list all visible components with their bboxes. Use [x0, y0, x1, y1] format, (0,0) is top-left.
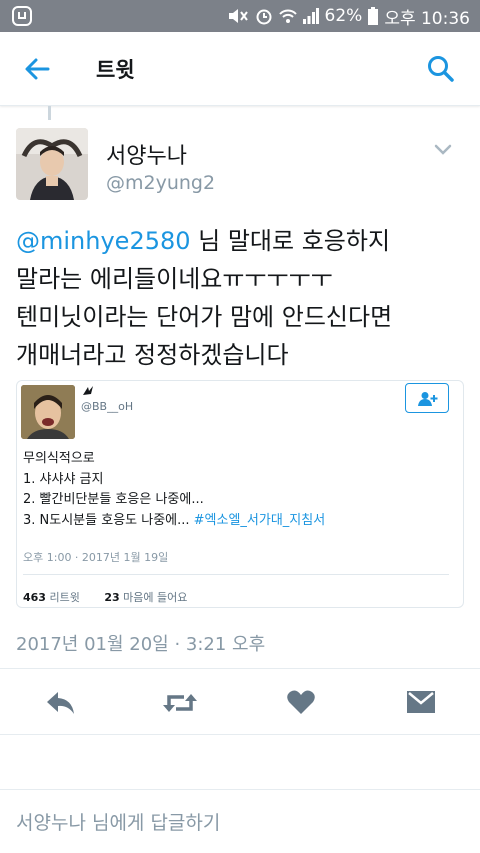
mute-icon — [228, 9, 248, 23]
app-notification-icon — [12, 6, 32, 26]
thread-connector — [48, 106, 51, 120]
signal-icon — [302, 8, 319, 24]
retweet-label: 리트윗 — [49, 591, 80, 604]
quoted-tweet-card[interactable]: @BB__oH 무의식적으로 1. 샤샤샤 금지 2. 빨간비단분들 호응은 나… — [16, 380, 464, 608]
direct-message-icon — [407, 691, 435, 713]
avatar[interactable] — [16, 128, 88, 200]
page-title: 트윗 — [96, 58, 135, 82]
like-icon — [287, 690, 315, 714]
quoted-avatar[interactable] — [21, 385, 75, 439]
battery-percent: 62% — [324, 6, 363, 26]
quoted-line: 2. 빨간비단분들 호응은 나중에... — [23, 492, 204, 507]
follow-button[interactable] — [405, 383, 449, 413]
display-name[interactable]: 서양누나 — [106, 138, 187, 170]
status-bar: 62% 오후 10:36 — [0, 0, 480, 32]
quoted-timestamp: 오후 1:00 · 2017년 1월 19일 — [23, 551, 169, 564]
quoted-line: 3. N도시분들 호응도 나중에... — [23, 512, 194, 528]
retweet-count: 463 — [23, 591, 46, 604]
divider — [0, 668, 480, 669]
clock: 오후 10:36 — [384, 8, 470, 29]
tweet-line: 님 말대로 호응하지 — [190, 227, 391, 255]
retweet-icon — [163, 694, 197, 712]
app-bar: 트윗 — [0, 32, 480, 106]
user-handle[interactable]: @m2yung2 — [106, 172, 215, 194]
chevron-down-icon[interactable] — [434, 144, 452, 156]
battery-icon — [368, 7, 379, 25]
divider — [23, 574, 449, 575]
reply-button[interactable] — [44, 688, 76, 718]
reply-input[interactable]: 서양누나 님에게 답글하기 — [16, 808, 220, 835]
like-label: 마음에 들어요 — [123, 591, 188, 604]
display-name-emoji-icon — [83, 386, 93, 395]
quoted-line: 무의식적으로 — [23, 451, 95, 466]
divider — [0, 789, 480, 790]
quoted-user-handle[interactable]: @BB__oH — [81, 400, 133, 413]
direct-message-button[interactable] — [406, 688, 438, 718]
tweet-line: 개매너라고 정정하겠습니다 — [16, 341, 289, 369]
reply-icon — [47, 692, 74, 714]
tweet-text: @minhye2580 님 말대로 호응하지 말라는 에리들이네요ㅠㅜㅜㅜㅜ 텐… — [16, 222, 466, 374]
arrow-left-icon[interactable] — [22, 54, 52, 84]
like-button[interactable] — [286, 688, 318, 718]
quoted-line: 1. 샤샤샤 금지 — [23, 471, 104, 487]
tweet-line: 텐미닛이라는 단어가 맘에 안드신다면 — [16, 303, 393, 331]
wifi-icon — [278, 9, 297, 23]
add-user-icon — [418, 392, 438, 406]
alarm-icon — [256, 9, 272, 25]
hashtag-link[interactable]: #엑소엘_서가대_지침서 — [194, 513, 326, 528]
spacer — [0, 735, 480, 789]
tweet-timestamp: 2017년 01월 20일 · 3:21 오후 — [16, 634, 266, 655]
quoted-stats: 463 리트윗 23 마음에 들어요 — [23, 589, 187, 605]
search-icon[interactable] — [426, 54, 456, 84]
tweet-line: 말라는 에리들이네요ㅠㅜㅜㅜㅜ — [16, 265, 333, 293]
retweet-button[interactable] — [162, 688, 198, 718]
like-count: 23 — [104, 591, 120, 604]
mention-link[interactable]: @minhye2580 — [16, 227, 191, 255]
quoted-tweet-text: 무의식적으로 1. 샤샤샤 금지 2. 빨간비단분들 호응은 나중에... 3.… — [23, 449, 453, 531]
